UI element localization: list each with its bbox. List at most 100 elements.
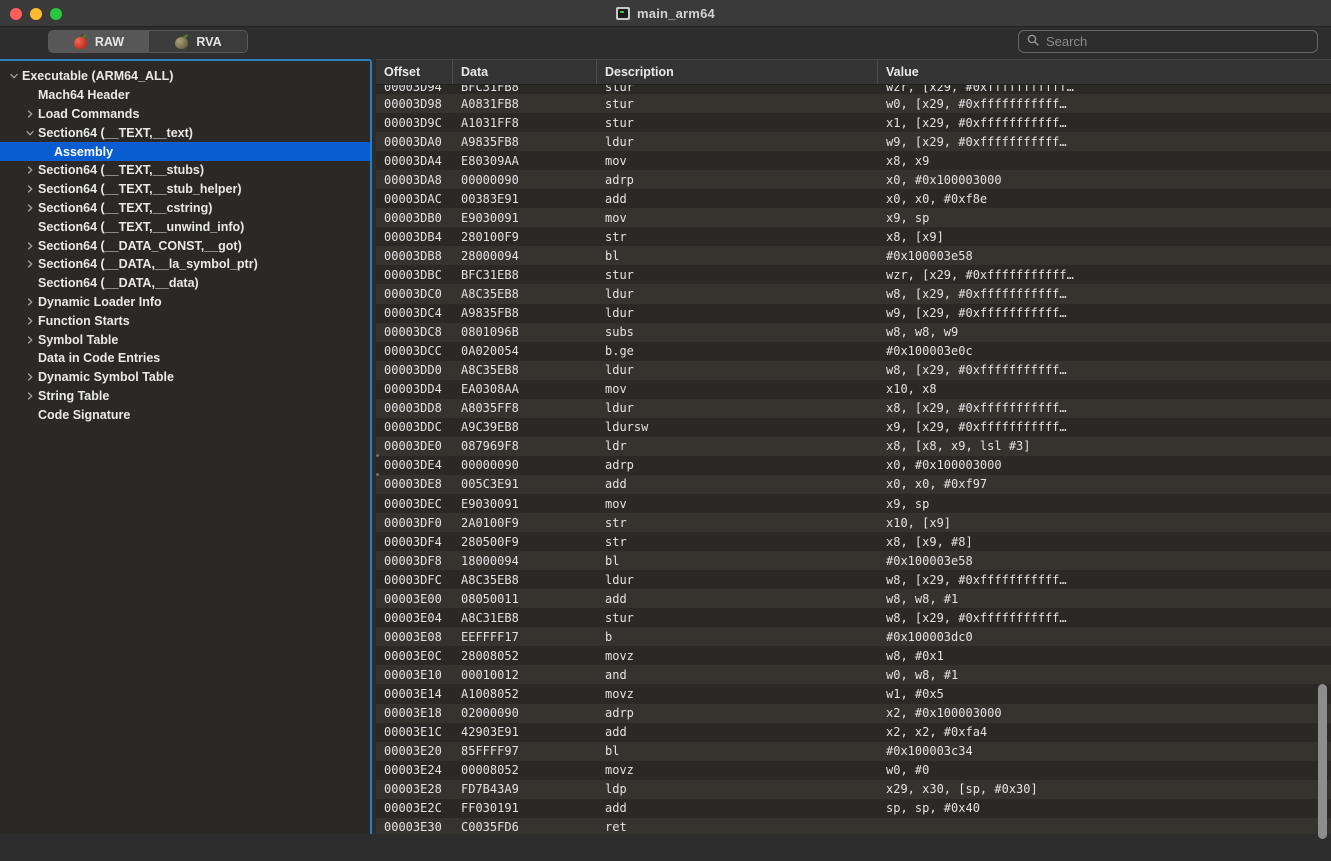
- table-row[interactable]: 00003DF4 280500F9 str x8, [x9, #8]: [376, 532, 1331, 552]
- column-header-value[interactable]: Value: [878, 60, 1331, 84]
- table-row[interactable]: 00003DD0 A8C35EB8 ldur w8, [x29, #0xfffffff…: [376, 360, 1331, 380]
- sidebar-item-assembly[interactable]: Assembly: [0, 142, 370, 161]
- table-row[interactable]: 00003E20 85FFFF97 bl #0x100003c34: [376, 741, 1331, 761]
- sidebar-item-section64-text-text[interactable]: Section64 (__TEXT,__text): [0, 123, 370, 142]
- table-row[interactable]: 00003E00 08050011 add w8, w8, #1: [376, 589, 1331, 609]
- table-row[interactable]: 00003E08 EEFFFF17 b #0x100003dc0: [376, 627, 1331, 647]
- table-row[interactable]: 00003DBC BFC31EB8 stur wzr, [x29, #0xffffff…: [376, 265, 1331, 285]
- sidebar-item-load-commands[interactable]: Load Commands: [0, 105, 370, 124]
- table-row[interactable]: 00003DD4 EA0308AA mov x10, x8: [376, 379, 1331, 399]
- cell-value: w0, #0: [886, 763, 930, 778]
- tab-raw[interactable]: RAW: [49, 31, 148, 52]
- table-row[interactable]: 00003E18 02000090 adrp x2, #0x100003000: [376, 703, 1331, 723]
- sidebar-item-mach64-header[interactable]: Mach64 Header: [0, 86, 370, 105]
- cell-data: 28008052: [461, 648, 519, 663]
- close-button[interactable]: [10, 7, 22, 20]
- cell-offset: 00003DAC: [384, 191, 442, 206]
- sidebar-item-section64-data-data[interactable]: Section64 (__DATA,__data): [0, 274, 370, 293]
- cell-offset: 00003DD8: [384, 401, 442, 416]
- sidebar-item-symbol-table[interactable]: Symbol Table: [0, 330, 370, 349]
- chevron-down-icon[interactable]: [22, 128, 38, 138]
- column-header-description[interactable]: Description: [597, 60, 878, 84]
- sidebar-item-section64-text-stubs[interactable]: Section64 (__TEXT,__stubs): [0, 161, 370, 180]
- structure-tree-panel[interactable]: Executable (ARM64_ALL) Mach64 Header Load …: [0, 59, 372, 841]
- table-row[interactable]: 00003DF0 2A0100F9 str x10, [x9]: [376, 513, 1331, 533]
- table-row[interactable]: 00003DC4 A9835FB8 ldur w9, [x29, #0xfffffff…: [376, 303, 1331, 323]
- chevron-right-icon[interactable]: [22, 184, 38, 194]
- table-row[interactable]: 00003DCC 0A020054 b.ge #0x100003e0c: [376, 341, 1331, 361]
- sidebar-item-code-signature[interactable]: Code Signature: [0, 405, 370, 424]
- table-row[interactable]: 00003DD8 A8035FF8 ldur x8, [x29, #0xfffffff…: [376, 398, 1331, 418]
- zoom-button[interactable]: [50, 7, 62, 20]
- table-row[interactable]: 00003DE0 087969F8 ldr x8, [x8, x9, lsl #3]: [376, 436, 1331, 456]
- table-row[interactable]: 00003DFC A8C35EB8 ldur w8, [x29, #0xfffffff…: [376, 570, 1331, 590]
- chevron-right-icon[interactable]: [22, 109, 38, 119]
- chevron-down-icon[interactable]: [6, 71, 22, 81]
- chevron-right-icon[interactable]: [22, 391, 38, 401]
- cell-value: w9, [x29, #0xfffffffffff…: [886, 134, 1067, 149]
- table-row[interactable]: 00003E0C 28008052 movz w8, #0x1: [376, 646, 1331, 666]
- sidebar-item-section64-text-cstring[interactable]: Section64 (__TEXT,__cstring): [0, 199, 370, 218]
- table-row[interactable]: 00003E2C FF030191 add sp, sp, #0x40: [376, 798, 1331, 818]
- column-header-data[interactable]: Data: [453, 60, 597, 84]
- tab-rva[interactable]: RVA: [148, 31, 247, 52]
- table-row[interactable]: 00003E10 00010012 and w0, w8, #1: [376, 665, 1331, 685]
- table-row[interactable]: 00003DF8 18000094 bl #0x100003e58: [376, 551, 1331, 571]
- table-row[interactable]: 00003E1C 42903E91 add x2, x2, #0xfa4: [376, 722, 1331, 742]
- table-row[interactable]: 00003DE8 005C3E91 add x0, x0, #0xf97: [376, 474, 1331, 494]
- chevron-right-icon[interactable]: [22, 259, 38, 269]
- structure-tree: Executable (ARM64_ALL) Mach64 Header Load …: [0, 61, 370, 839]
- table-row[interactable]: 00003DC8 0801096B subs w8, w8, w9: [376, 322, 1331, 342]
- chevron-right-icon[interactable]: [22, 316, 38, 326]
- table-row[interactable]: 00003DB8 28000094 bl #0x100003e58: [376, 246, 1331, 266]
- table-row[interactable]: 00003DB0 E9030091 mov x9, sp: [376, 208, 1331, 228]
- sidebar-item-dynamic-loader-info[interactable]: Dynamic Loader Info: [0, 293, 370, 312]
- cell-data: A8C31EB8: [461, 610, 519, 625]
- sidebar-item-section64-text-stub-helper[interactable]: Section64 (__TEXT,__stub_helper): [0, 180, 370, 199]
- chevron-right-icon[interactable]: [22, 165, 38, 175]
- table-row[interactable]: 00003DA0 A9835FB8 ldur w9, [x29, #0xfffffff…: [376, 132, 1331, 152]
- table-row[interactable]: 00003DC0 A8C35EB8 ldur w8, [x29, #0xfffffff…: [376, 284, 1331, 304]
- table-row[interactable]: 00003DA8 00000090 adrp x0, #0x100003000: [376, 170, 1331, 190]
- search-field[interactable]: [1018, 30, 1318, 53]
- column-header-offset[interactable]: Offset: [376, 60, 453, 84]
- table-row[interactable]: 00003DB4 280100F9 str x8, [x9]: [376, 227, 1331, 247]
- chevron-right-icon[interactable]: [22, 241, 38, 251]
- sidebar-item-string-table[interactable]: String Table: [0, 387, 370, 406]
- table-row[interactable]: 00003E14 A1008052 movz w1, #0x5: [376, 684, 1331, 704]
- cell-data: A9C39EB8: [461, 420, 519, 435]
- table-row[interactable]: 00003DE4 00000090 adrp x0, #0x100003000: [376, 455, 1331, 475]
- status-bar: [0, 834, 1331, 861]
- table-row[interactable]: 00003DAC 00383E91 add x0, x0, #0xf8e: [376, 189, 1331, 209]
- sidebar-item-function-starts[interactable]: Function Starts: [0, 311, 370, 330]
- sidebar-item-section64-data-const-got[interactable]: Section64 (__DATA_CONST,__got): [0, 236, 370, 255]
- chevron-right-icon[interactable]: [22, 297, 38, 307]
- search-input[interactable]: [1046, 34, 1309, 49]
- minimize-button[interactable]: [30, 7, 42, 20]
- sidebar-item-section64-data-la-symbol-ptr[interactable]: Section64 (__DATA,__la_symbol_ptr): [0, 255, 370, 274]
- table-row[interactable]: 00003D94 BFC31FB8 stur wzr, [x29, #0xffffff…: [376, 85, 1331, 94]
- table-row[interactable]: 00003DA4 E80309AA mov x8, x9: [376, 151, 1331, 171]
- chevron-right-icon[interactable]: [22, 335, 38, 345]
- cell-value: x0, x0, #0xf97: [886, 477, 988, 492]
- cell-data: A9835FB8: [461, 134, 519, 149]
- sidebar-item-data-in-code-entries[interactable]: Data in Code Entries: [0, 349, 370, 368]
- sidebar-item-dynamic-symbol-table[interactable]: Dynamic Symbol Table: [0, 368, 370, 387]
- cell-offset: 00003DE8: [384, 477, 442, 492]
- table-row[interactable]: 00003DEC E9030091 mov x9, sp: [376, 493, 1331, 514]
- table-row[interactable]: 00003E04 A8C31EB8 stur w8, [x29, #0xfffffff…: [376, 608, 1331, 628]
- sidebar-item-executable-arm64-all[interactable]: Executable (ARM64_ALL): [0, 67, 370, 86]
- table-row[interactable]: 00003D98 A0831FB8 stur w0, [x29, #0xfffffff…: [376, 94, 1331, 114]
- table-row[interactable]: 00003E28 FD7B43A9 ldp x29, x30, [sp, #0x30]: [376, 779, 1331, 799]
- sidebar-item-section64-text-unwind-info[interactable]: Section64 (__TEXT,__unwind_info): [0, 217, 370, 236]
- table-row[interactable]: 00003DDC A9C39EB8 ldursw x9, [x29, #0xfffff…: [376, 417, 1331, 437]
- table-row[interactable]: 00003E24 00008052 movz w0, #0: [376, 760, 1331, 780]
- sidebar-item-label: Section64 (__TEXT,__stub_helper): [38, 182, 242, 197]
- vertical-scrollbar[interactable]: [1318, 87, 1327, 839]
- vertical-scrollbar-thumb[interactable]: [1318, 684, 1327, 839]
- toolbar: RAW RVA: [0, 27, 1331, 59]
- cell-value: x8, [x8, x9, lsl #3]: [886, 439, 1031, 454]
- chevron-right-icon[interactable]: [22, 372, 38, 382]
- table-row[interactable]: 00003D9C A1031FF8 stur x1, [x29, #0xfffffff…: [376, 113, 1331, 133]
- chevron-right-icon[interactable]: [22, 203, 38, 213]
